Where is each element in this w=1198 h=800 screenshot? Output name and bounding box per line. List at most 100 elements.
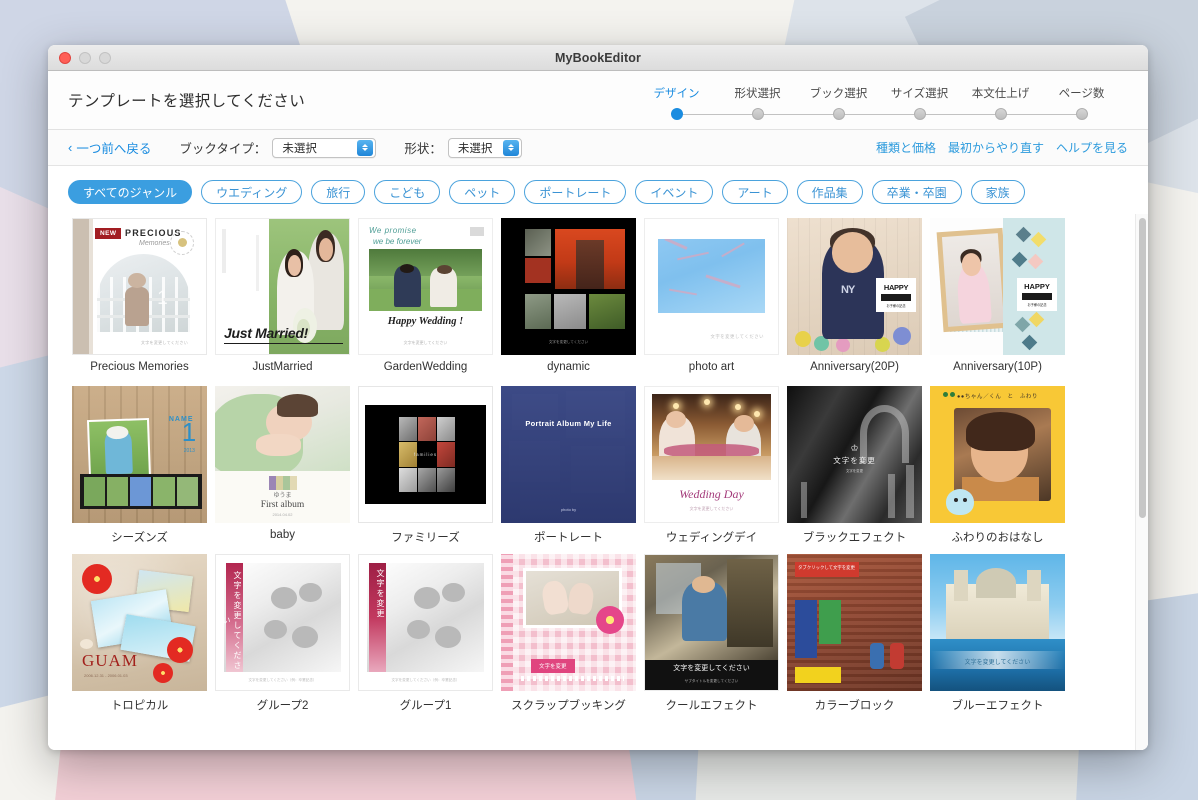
template-thumbnail[interactable]: ゆうま First album 2014.04.02	[215, 386, 350, 523]
artwork-caption: サブタイトルを変更してください	[684, 679, 739, 683]
template-label: グループ2	[256, 700, 309, 712]
template-card-photo-art[interactable]: 文字を変更してください photo art	[640, 214, 783, 382]
template-label: baby	[270, 529, 295, 541]
genre-tab-all[interactable]: すべてのジャンル	[68, 180, 193, 204]
genre-tab-portfolio[interactable]: 作品集	[796, 180, 863, 204]
template-card-tropical[interactable]: GUAM 2006.12.31 - 2006.01.03 トロピカル	[68, 550, 211, 718]
artwork-fuwari: ●●ちゃん／くん と ふわり	[930, 386, 1065, 523]
template-thumbnail[interactable]: NEW PRECIOUS Memories 1 文字を変更してください	[72, 218, 207, 355]
template-card-families[interactable]: families ファミリーズ	[354, 382, 497, 550]
shape-select[interactable]: 未選択	[447, 137, 522, 158]
template-card-precious-memories[interactable]: NEW PRECIOUS Memories 1 文字を変更してください Prec…	[68, 214, 211, 382]
template-thumbnail[interactable]: 文字を変更してください	[930, 554, 1065, 691]
step-book[interactable]: ブック選択	[798, 85, 879, 120]
template-card-seasons[interactable]: NAME 1 2013 シーズンズ	[68, 382, 211, 550]
artwork-jp-title: ゆうま	[273, 493, 292, 500]
template-thumbnail[interactable]: 文字を変更してください サブタイトルを変更してください	[644, 554, 779, 691]
link-types-and-prices[interactable]: 種類と価格	[876, 139, 936, 156]
template-card-portrait[interactable]: Portrait Album My Life photo by ポートレート	[497, 382, 640, 550]
book-type-label: ブックタイプ：	[179, 142, 267, 156]
template-thumbnail[interactable]: 文字を変更してください	[501, 218, 636, 355]
link-help[interactable]: ヘルプを見る	[1056, 139, 1128, 156]
artwork-script-1: We promise	[369, 226, 417, 235]
grid-scrollbar-track[interactable]	[1135, 214, 1148, 750]
template-card-baby[interactable]: ゆうま First album 2014.04.02 baby	[211, 382, 354, 550]
genre-tab-travel[interactable]: 旅行	[311, 180, 366, 204]
grid-scrollbar-thumb[interactable]	[1139, 218, 1146, 518]
template-thumbnail[interactable]: 文字を変更してください	[644, 218, 779, 355]
template-thumbnail[interactable]: 文字を変更	[501, 554, 636, 691]
genre-tab-graduation[interactable]: 卒業・卒園	[871, 180, 962, 204]
genre-tab-wedding[interactable]: ウエディング	[201, 180, 303, 204]
template-thumbnail[interactable]: We promise we be forever Happy Wedding !…	[358, 218, 493, 355]
genre-tab-portrait[interactable]: ポートレート	[524, 180, 627, 204]
template-label: Anniversary(20P)	[810, 361, 899, 373]
artwork-title: 文字を変更	[376, 569, 385, 619]
template-card-gardenwedding[interactable]: We promise we be forever Happy Wedding !…	[354, 214, 497, 382]
link-restart[interactable]: 最初からやり直す	[948, 139, 1044, 156]
template-card-color-block[interactable]: タブクリックして文字を変更 カラーブロック	[783, 550, 926, 718]
step-label: ブック選択	[809, 87, 868, 100]
template-card-anniversary-20p[interactable]: NY HAPPY お子様の記念 Anniversary(20P)	[783, 214, 926, 382]
genre-tab-kids[interactable]: こども	[374, 180, 441, 204]
artwork-cool-effect: 文字を変更してください サブタイトルを変更してください	[644, 554, 779, 691]
step-shape[interactable]: 形状選択	[717, 85, 798, 120]
template-thumbnail[interactable]: ●●ちゃん／くん と ふわり	[930, 386, 1065, 523]
step-design[interactable]: デザイン	[636, 85, 717, 120]
template-card-anniversary-10p[interactable]: HAPPY お子様の記念 Anniversary(10P)	[926, 214, 1069, 382]
genre-tab-event[interactable]: イベント	[635, 180, 714, 204]
template-thumbnail[interactable]: Just Married!	[215, 218, 350, 355]
template-label: ウェディングデイ	[665, 532, 758, 544]
badge-subtitle: お子様の記念	[1027, 303, 1047, 308]
artwork-dots	[943, 392, 955, 397]
template-card-fuwari[interactable]: ●●ちゃん／くん と ふわり ふわりのおはなし	[926, 382, 1069, 550]
step-dot	[751, 107, 764, 120]
template-card-group2[interactable]: 文字を変更してください 文字を変更してください（例：卒業記念） グループ2	[211, 550, 354, 718]
template-thumbnail[interactable]: 文字を変更してください 文字を変更してください（例：卒業記念）	[215, 554, 350, 691]
artwork-title: 文字を変更してください	[964, 660, 1031, 667]
artwork-color-block: タブクリックして文字を変更	[787, 554, 922, 691]
genre-tab-art[interactable]: アート	[722, 180, 788, 204]
template-card-black-effect[interactable]: ♔ 文字を変更 文字を変更 ブラックエフェクト	[783, 382, 926, 550]
genre-tab-family[interactable]: 家族	[970, 180, 1025, 204]
template-thumbnail[interactable]: HAPPY お子様の記念	[930, 218, 1065, 355]
step-body-finish[interactable]: 本文仕上げ	[960, 85, 1041, 120]
step-dot	[913, 107, 926, 120]
template-thumbnail[interactable]: GUAM 2006.12.31 - 2006.01.03	[72, 554, 207, 691]
template-thumbnail[interactable]: NAME 1 2013	[72, 386, 207, 523]
step-size[interactable]: サイズ選択	[879, 85, 960, 120]
step-label: ページ数	[1058, 87, 1105, 100]
template-card-wedding-day[interactable]: Wedding Day 文字を変更してください ウェディングデイ	[640, 382, 783, 550]
template-thumbnail[interactable]: Portrait Album My Life photo by	[501, 386, 636, 523]
step-page-count[interactable]: ページ数	[1041, 85, 1122, 120]
template-label: ブルーエフェクト	[951, 700, 1044, 712]
artwork-number: 1	[181, 416, 197, 447]
template-card-cool-effect[interactable]: 文字を変更してください サブタイトルを変更してください クールエフェクト	[640, 550, 783, 718]
artwork-photo-grid	[525, 228, 626, 333]
badge-subtitle: お子様の記念	[886, 303, 906, 308]
shape-label: 形状：	[404, 142, 442, 156]
template-label: クールエフェクト	[665, 700, 758, 712]
template-thumbnail[interactable]: Wedding Day 文字を変更してください	[644, 386, 779, 523]
template-card-group1[interactable]: 文字を変更 文字を変更してください（例：卒業記念） グループ1	[354, 550, 497, 718]
template-thumbnail[interactable]: families	[358, 386, 493, 523]
book-type-select[interactable]: 未選択	[272, 137, 377, 158]
step-dot	[832, 107, 845, 120]
template-thumbnail[interactable]: NY HAPPY お子様の記念	[787, 218, 922, 355]
artwork-title-band: 文字を変更	[369, 563, 386, 672]
artwork-photo: 1	[97, 254, 190, 332]
template-card-scrapbooking[interactable]: 文字を変更 スクラップブッキング	[497, 550, 640, 718]
template-card-blue-effect[interactable]: 文字を変更してください ブルーエフェクト	[926, 550, 1069, 718]
template-thumbnail[interactable]: 文字を変更 文字を変更してください（例：卒業記念）	[358, 554, 493, 691]
template-card-dynamic[interactable]: 文字を変更してください dynamic	[497, 214, 640, 382]
template-thumbnail[interactable]: タブクリックして文字を変更	[787, 554, 922, 691]
template-card-justmarried[interactable]: Just Married! JustMarried	[211, 214, 354, 382]
artwork-badge: ♔ 文字を変更 文字を変更	[833, 443, 876, 473]
artwork-justmarried: Just Married!	[215, 218, 350, 355]
badge-title: HAPPY	[883, 282, 909, 292]
artwork-happy-badge: HAPPY お子様の記念	[1017, 278, 1057, 312]
template-label: photo art	[688, 361, 735, 373]
back-button[interactable]: ‹ 一つ前へ戻る	[68, 138, 151, 157]
genre-tab-pet[interactable]: ペット	[449, 180, 516, 204]
template-thumbnail[interactable]: ♔ 文字を変更 文字を変更	[787, 386, 922, 523]
